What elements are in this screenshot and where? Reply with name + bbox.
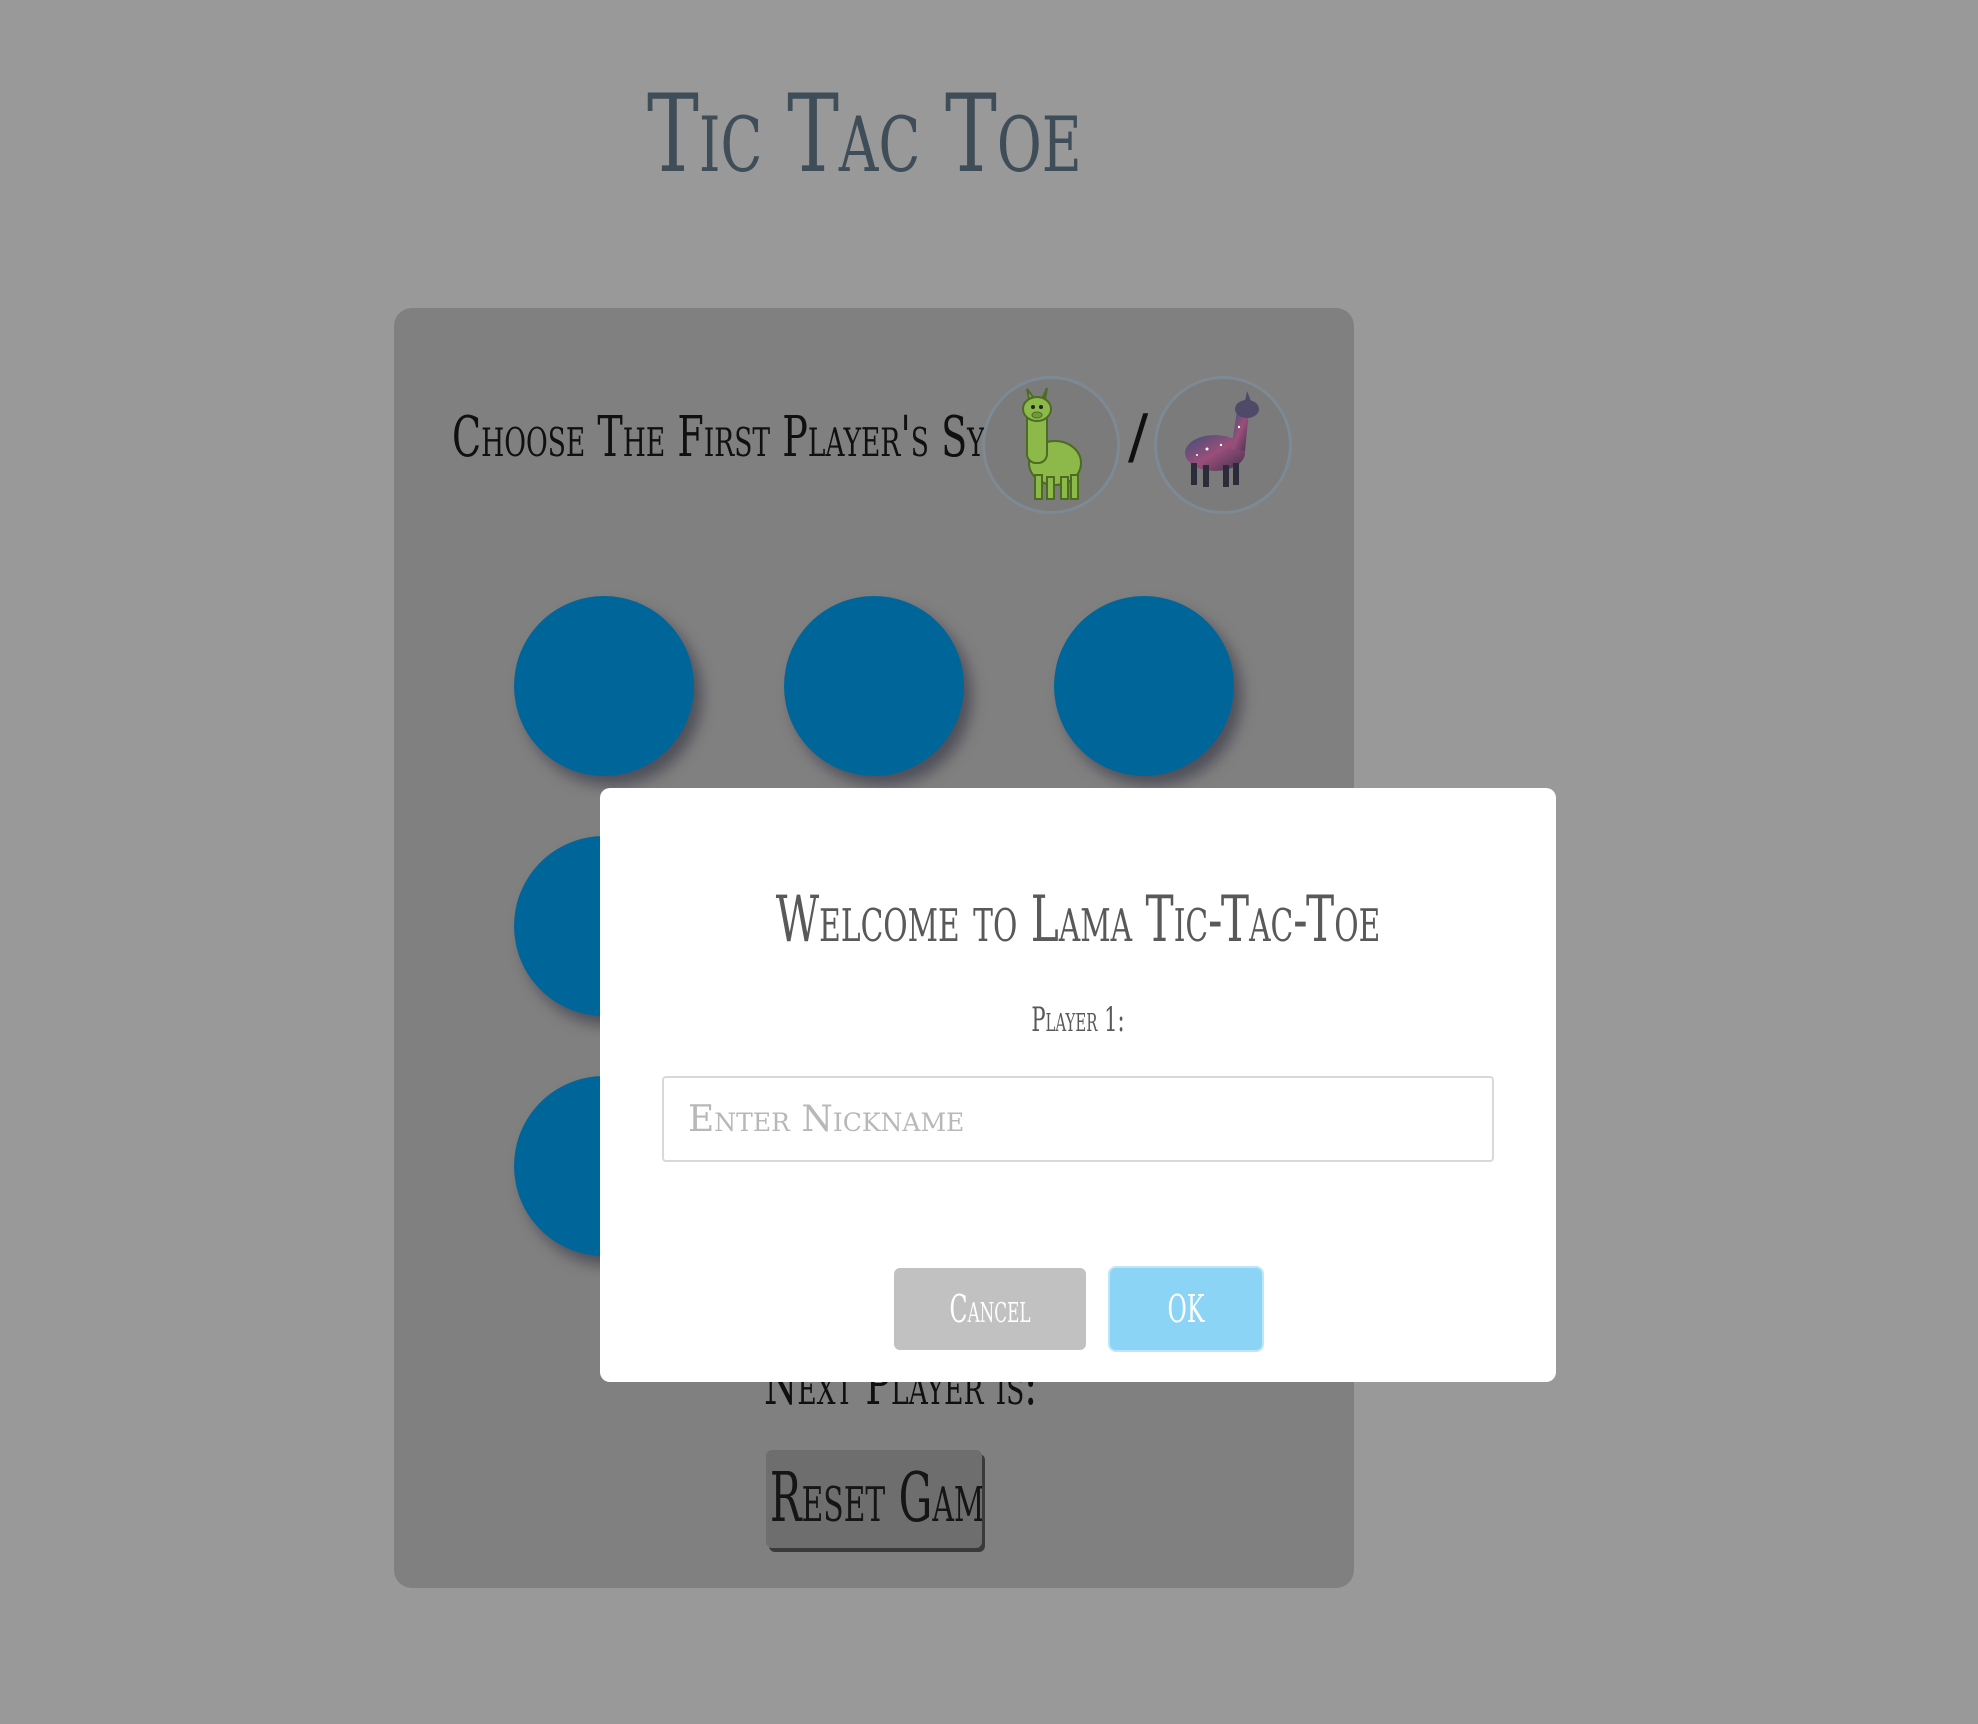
symbol-chooser: Choose The First Player's Symbol / — [394, 368, 1354, 514]
symbol-separator: / — [1128, 402, 1149, 472]
symbol-chooser-label: Choose The First Player's Symbol — [452, 405, 1072, 470]
reset-game-button[interactable]: Reset Game — [766, 1450, 982, 1548]
nickname-input[interactable] — [662, 1076, 1494, 1162]
board-cell-2[interactable] — [784, 596, 964, 776]
cancel-button[interactable]: Cancel — [894, 1268, 1086, 1350]
page-title: Tic Tac Toe — [646, 72, 1082, 197]
ok-button[interactable]: OK — [1110, 1268, 1262, 1350]
reset-game-label: Reset Game — [769, 1459, 982, 1538]
board-cell-1[interactable] — [514, 596, 694, 776]
board-cell-3[interactable] — [1054, 596, 1234, 776]
green-llama-icon[interactable] — [982, 376, 1120, 514]
dialog-title: Welcome to Lama Tic-Tac-Toe — [775, 883, 1381, 957]
ok-label: OK — [1167, 1287, 1205, 1331]
player-1-label: Player 1: — [1031, 1000, 1125, 1040]
galaxy-llama-icon[interactable] — [1154, 376, 1292, 514]
galaxy-llama-graphic — [1185, 391, 1259, 487]
green-llama-graphic — [1022, 387, 1082, 500]
cancel-label: Cancel — [949, 1287, 1031, 1331]
welcome-dialog: Welcome to Lama Tic-Tac-Toe Player 1: Ca… — [600, 788, 1556, 1382]
